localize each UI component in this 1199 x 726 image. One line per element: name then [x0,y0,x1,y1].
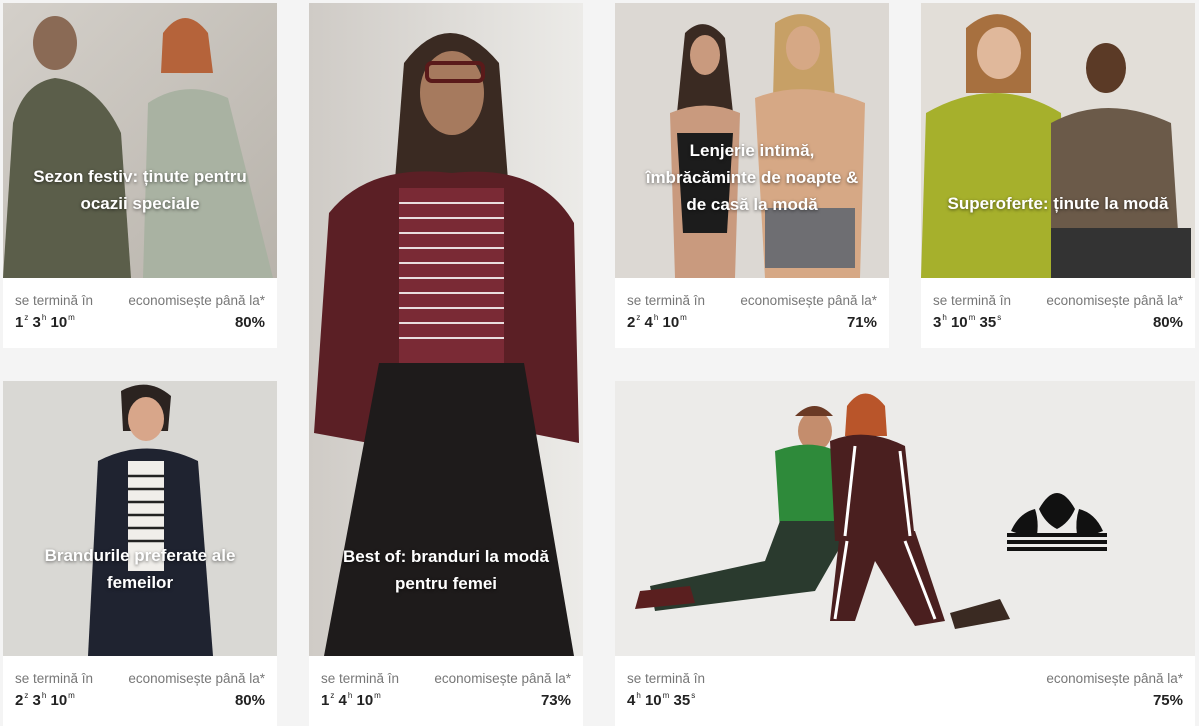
countdown-timer: 4h 10m 35s [627,691,696,709]
ends-in-label: se termină în [321,671,400,686]
campaign-image [921,3,1195,278]
ends-in-label: se termină în [627,671,706,686]
campaign-title: Sezon festiv: ținute pentru ocazii speci… [33,167,247,213]
ends-in-label: se termină în [15,671,94,686]
campaign-title: Superoferte: ținute la modă [947,194,1169,213]
discount-percent: 73% [540,692,571,709]
ends-in-label: se termină în [627,293,706,308]
countdown-timer: 3h 10m 35s [933,313,1002,331]
countdown-timer: 1z 4h 10m [321,691,381,709]
campaign-info: se termină în economisește până la* 1z 3… [3,278,277,348]
campaign-title: Lenjerie intimă, îmbrăcăminte de noapte … [645,141,859,214]
campaign-info: se termină în economisește până la* 2z 4… [615,278,889,348]
campaign-info: se termină în economisește până la* 3h 1… [921,278,1195,348]
campaign-info: se termină în economisește până la* 2z 3… [3,656,277,726]
campaign-title: Best of: branduri la modă pentru femei [343,547,549,593]
campaign-card-adidas[interactable]: se termină în economisește până la* 4h 1… [615,381,1195,726]
countdown-timer: 2z 4h 10m [627,313,687,331]
discount-percent: 80% [234,314,265,331]
campaign-card-brandurile-preferate[interactable]: Brandurile preferate ale femeilor se ter… [3,381,277,726]
save-up-to-label: economisește până la* [128,293,265,308]
save-up-to-label: economisește până la* [128,671,265,686]
save-up-to-label: economisește până la* [1046,671,1183,686]
discount-percent: 80% [234,692,265,709]
campaign-title: Brandurile preferate ale femeilor [44,546,236,592]
adidas-trefoil-logo [1007,493,1107,551]
campaign-card-lenjerie-intima[interactable]: Lenjerie intimă, îmbrăcăminte de noapte … [615,3,889,348]
campaign-info: se termină în economisește până la* 4h 1… [615,656,1195,726]
ends-in-label: se termină în [933,293,1012,308]
campaign-card-superoferte[interactable]: Superoferte: ținute la modă se termină î… [921,3,1195,348]
discount-percent: 75% [1152,692,1183,709]
campaign-card-sezon-festiv[interactable]: Sezon festiv: ținute pentru ocazii speci… [3,3,277,348]
save-up-to-label: economisește până la* [1046,293,1183,308]
campaign-card-best-of-branduri[interactable]: Best of: branduri la modă pentru femei s… [309,3,583,726]
save-up-to-label: economisește până la* [434,671,571,686]
countdown-timer: 2z 3h 10m [15,691,75,709]
campaign-info: se termină în economisește până la* 1z 4… [309,656,583,726]
discount-percent: 71% [846,314,877,331]
save-up-to-label: economisește până la* [740,293,877,308]
campaign-image [3,3,277,278]
discount-percent: 80% [1152,314,1183,331]
campaign-image [3,381,277,656]
campaign-image [615,381,1195,656]
countdown-timer: 1z 3h 10m [15,313,75,331]
ends-in-label: se termină în [15,293,94,308]
